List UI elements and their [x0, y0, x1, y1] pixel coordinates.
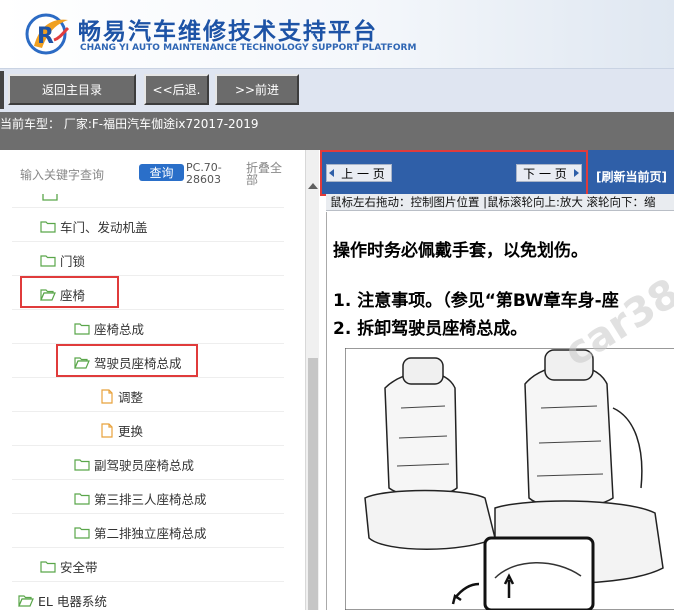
tree-item[interactable]: 座椅总成 — [74, 319, 144, 338]
seat-diagram[interactable] — [345, 348, 674, 610]
tree-scrollbar[interactable] — [305, 150, 319, 610]
highlight-box-seat — [20, 276, 119, 308]
zoom-hint-bar: 鼠标左右拖动：控制图片位置 |鼠标滚轮向上:放大 滚轮向下：缩 — [326, 194, 674, 211]
tree-item[interactable]: 车门、发动机盖 — [40, 217, 148, 236]
tree-item-label: 第三排三人座椅总成 — [94, 492, 207, 507]
tree-row: 第二排独立座椅总成 — [12, 514, 284, 548]
tree-row: 车门、发动机盖 — [12, 208, 284, 242]
nav-edge — [0, 71, 4, 109]
scroll-thumb[interactable] — [308, 358, 318, 610]
tree-row: 第三排三人座椅总成 — [12, 480, 284, 514]
document-panel: 上 一 页 下 一 页 [刷新当前页] 鼠标左右拖动：控制图片位置 |鼠标滚轮向… — [320, 150, 674, 610]
tree-item-label: 座椅总成 — [94, 322, 145, 337]
app-title: 畅易汽车维修技术支持平台 — [78, 19, 378, 45]
svg-text:R: R — [37, 24, 54, 49]
doc-step-2: 2. 拆卸驾驶员座椅总成。 — [333, 319, 528, 339]
folder-icon — [74, 459, 90, 471]
folder-open-icon — [18, 595, 34, 607]
tree-item-label: 调整 — [118, 390, 144, 405]
folder-icon — [40, 221, 56, 233]
tree-item[interactable]: 副驾驶员座椅总成 — [74, 455, 194, 474]
collapse-all-button[interactable]: 折叠全部 — [246, 162, 286, 186]
highlight-box-pager — [320, 150, 588, 196]
tree-row-partial — [12, 194, 284, 208]
folder-icon — [40, 255, 56, 267]
tree-item[interactable]: 更换 — [100, 421, 143, 440]
pc-code-label: PC.70-28603 — [186, 161, 222, 186]
tree-item-label: 车门、发动机盖 — [60, 220, 148, 235]
tree-item[interactable]: 门锁 — [40, 251, 85, 270]
tree-item[interactable]: 第二排独立座椅总成 — [74, 523, 207, 542]
tree-item-label: 安全带 — [60, 560, 98, 575]
tree-row: 副驾驶员座椅总成 — [12, 446, 284, 480]
tree-item-label: 门锁 — [60, 254, 86, 269]
folder-icon — [74, 493, 90, 505]
tree-item[interactable]: 调整 — [100, 387, 143, 406]
folder-icon — [74, 527, 90, 539]
forward-button[interactable]: >>前进 — [215, 74, 299, 105]
folder-icon — [42, 194, 58, 201]
document-icon — [101, 423, 113, 438]
folder-icon — [40, 561, 56, 573]
tree-item[interactable]: 第三排三人座椅总成 — [74, 489, 207, 508]
nav-bar: 返回主目录 <<后退. >>前进 — [0, 68, 674, 112]
tree-item[interactable]: EL 电器系统 — [18, 591, 107, 610]
app-header: R 畅易汽车维修技术支持平台 CHANG YI AUTO MAINTENANCE… — [0, 0, 674, 68]
tree-item-label: 副驾驶员座椅总成 — [94, 458, 195, 473]
tree-row: 调整 — [12, 378, 284, 412]
refresh-page-button[interactable]: [刷新当前页] — [596, 168, 667, 185]
tree-item-label: 第二排独立座椅总成 — [94, 526, 207, 541]
tree-row: 座椅总成 — [12, 310, 284, 344]
scroll-up-arrow-icon[interactable] — [308, 183, 318, 189]
search-button[interactable]: 查询 — [139, 164, 184, 181]
back-button[interactable]: <<后退. — [144, 74, 209, 105]
app-subtitle: CHANG YI AUTO MAINTENANCE TECHNOLOGY SUP… — [80, 43, 417, 53]
tree-item[interactable]: 安全带 — [40, 557, 98, 576]
tree-row: 更换 — [12, 412, 284, 446]
folder-icon — [74, 323, 90, 335]
highlight-box-driver-seat — [56, 344, 198, 377]
document-icon — [101, 389, 113, 404]
tree-item-label: 更换 — [118, 424, 144, 439]
tree-item-label: EL 电器系统 — [38, 594, 107, 609]
catalog-panel: 输入关键字查询 查询 PC.70-28603 折叠全部 车门、发动机盖 门锁 座椅座… — [0, 150, 305, 610]
search-input[interactable]: 输入关键字查询 — [20, 166, 104, 183]
document-view[interactable]: 操作时务必佩戴手套，以免划伤。 1. 注意事项。（参见“第BW章车身-座 2. … — [326, 212, 674, 610]
current-model-bar: 当前车型： 厂家:F-福田汽车伽途ix72017-2019 — [0, 112, 674, 150]
tree-row: 门锁 — [12, 242, 284, 276]
doc-step-1: 1. 注意事项。（参见“第BW章车身-座 — [333, 291, 619, 311]
logo-icon: R — [25, 13, 70, 55]
tree-row: EL 电器系统 — [12, 582, 284, 610]
tree-row: 安全带 — [12, 548, 284, 582]
doc-warning: 操作时务必佩戴手套，以免划伤。 — [333, 241, 588, 261]
home-button[interactable]: 返回主目录 — [8, 74, 136, 105]
